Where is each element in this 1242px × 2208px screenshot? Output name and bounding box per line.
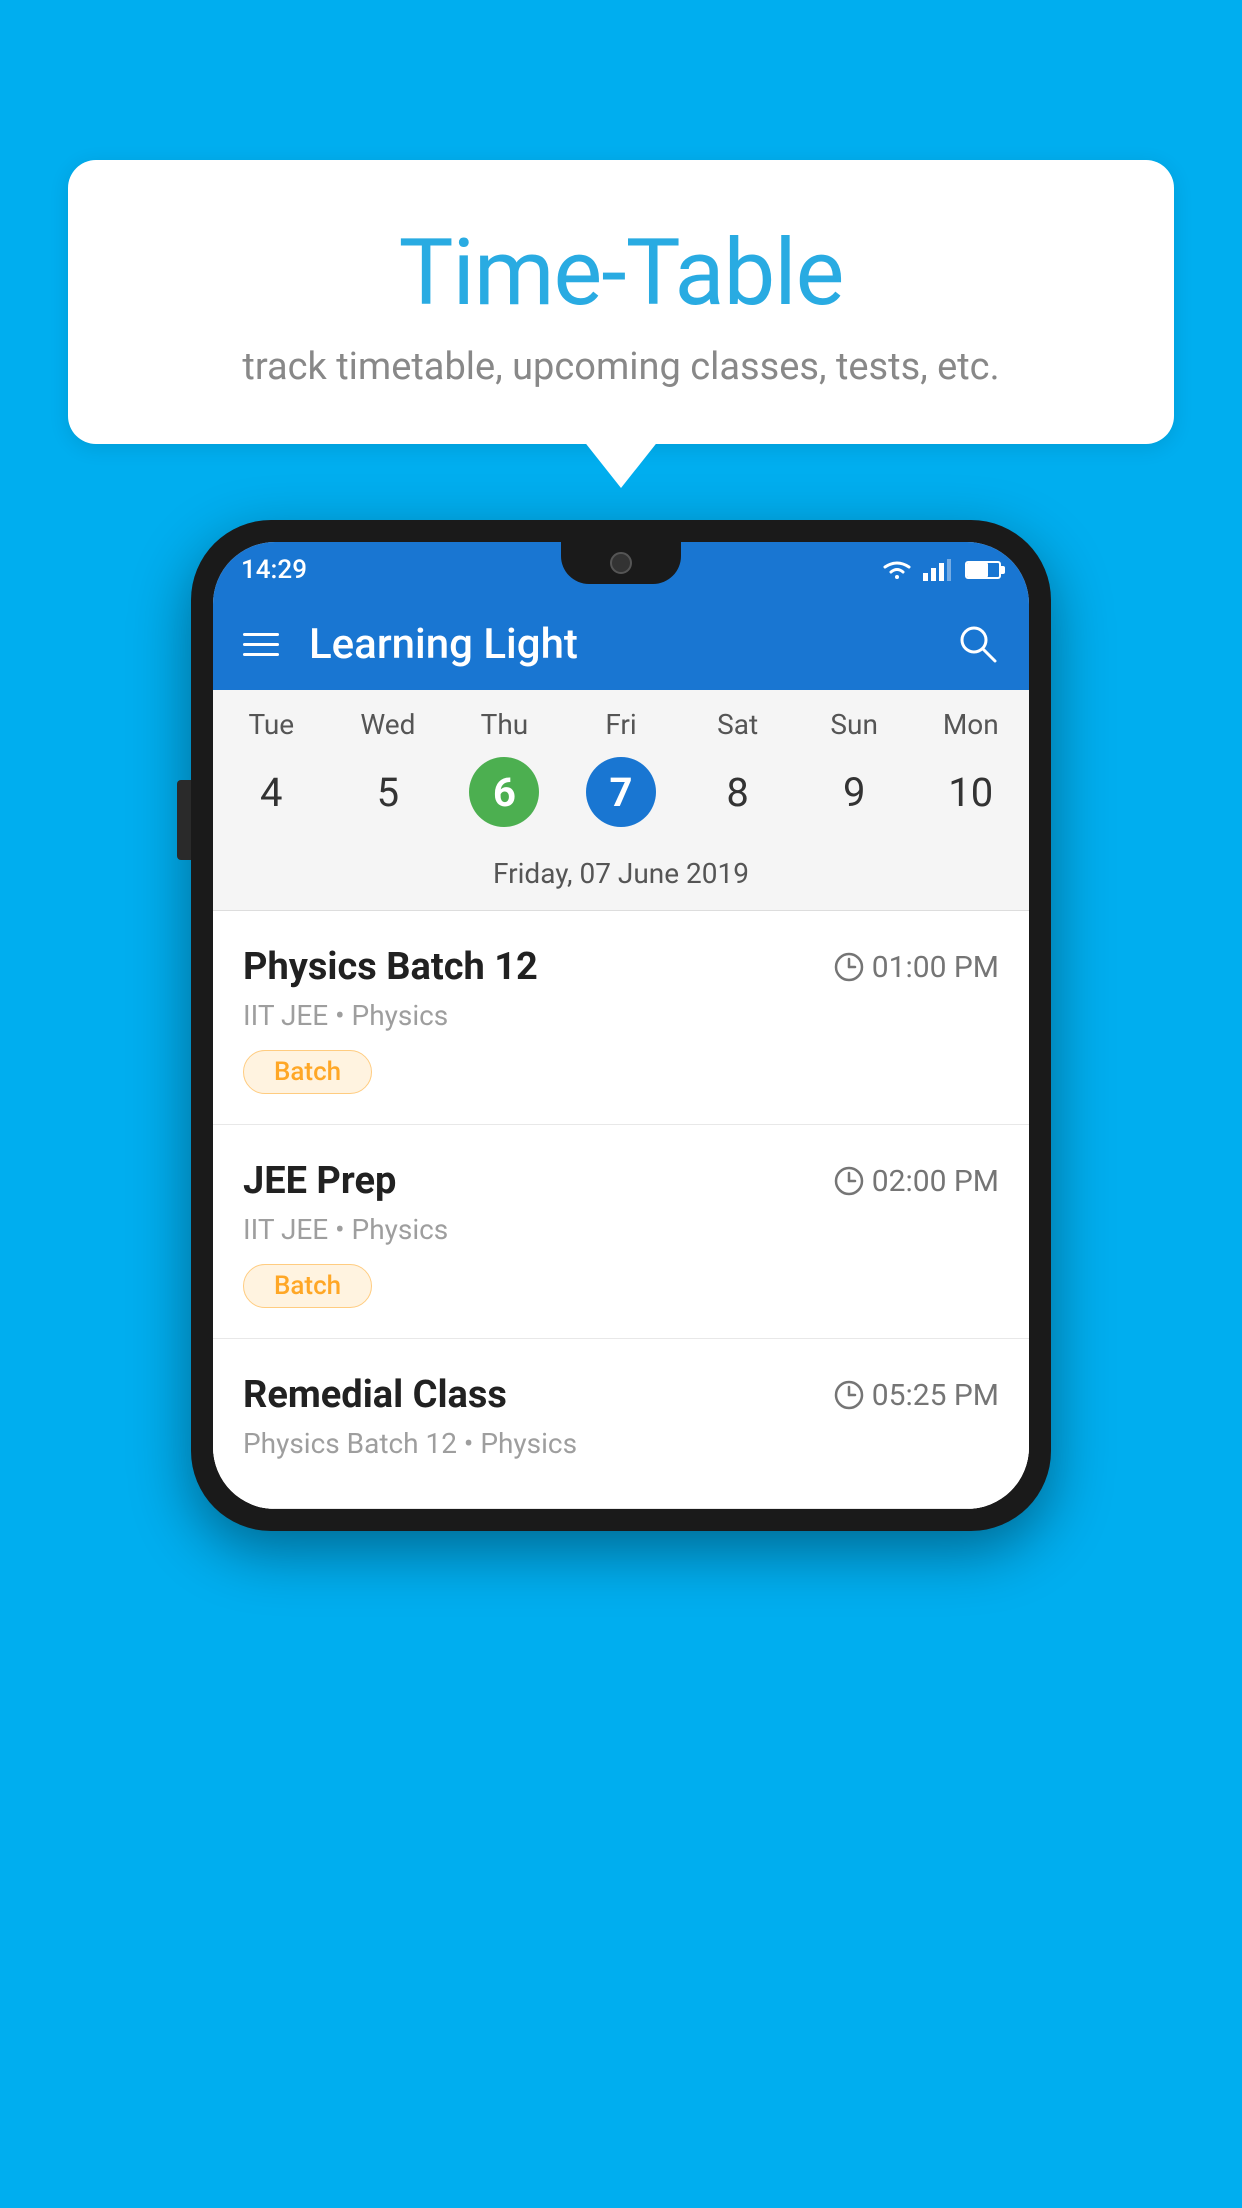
search-icon [957,623,999,665]
hamburger-line-1 [243,633,279,636]
speech-bubble: Time-Table track timetable, upcoming cla… [68,160,1174,444]
clock-icon-3 [834,1380,864,1410]
signal-icon [923,559,951,581]
class-name-1: Physics Batch 12 [243,945,538,989]
phone-outer: 14:29 [191,520,1051,1531]
day-number-10: 10 [912,757,1029,827]
day-number-4: 4 [213,757,330,827]
day-number-5: 5 [330,757,447,827]
class-time-text-3: 05:25 PM [872,1378,999,1413]
class-subtitle-3: Physics Batch 12 • Physics [243,1427,999,1460]
class-name-2: JEE Prep [243,1159,396,1203]
day-names-row: Tue Wed Thu Fri Sat Sun Mon [213,690,1029,749]
phone-mockup: 14:29 [191,520,1051,1531]
class-item-2-header: JEE Prep 02:00 PM [243,1159,999,1203]
battery-icon [965,561,1001,579]
page-subtitle: track timetable, upcoming classes, tests… [118,345,1124,389]
selected-date-label: Friday, 07 June 2019 [213,847,1029,910]
batch-badge-2: Batch [243,1264,372,1308]
clock-icon-1 [834,952,864,982]
classes-list: Physics Batch 12 01:00 PM IIT JEE • Phys… [213,911,1029,1509]
hamburger-line-2 [243,643,279,646]
page-title: Time-Table [118,220,1124,327]
class-subtitle-1: IIT JEE • Physics [243,999,999,1032]
class-time-text-2: 02:00 PM [872,1164,999,1199]
status-icons [881,559,1001,581]
day-name-fri: Fri [563,708,680,741]
day-number-9: 9 [796,757,913,827]
day-name-thu: Thu [446,708,563,741]
day-number-7-selected: 7 [586,757,656,827]
day-name-mon: Mon [912,708,1029,741]
app-title: Learning Light [309,620,957,669]
class-item-1-header: Physics Batch 12 01:00 PM [243,945,999,989]
class-time-1: 01:00 PM [834,950,999,985]
class-name-3: Remedial Class [243,1373,507,1417]
batch-badge-1: Batch [243,1050,372,1094]
class-item-3-header: Remedial Class 05:25 PM [243,1373,999,1417]
class-subtitle-2: IIT JEE • Physics [243,1213,999,1246]
clock-icon-2 [834,1166,864,1196]
day-name-sat: Sat [679,708,796,741]
wifi-icon [881,559,913,581]
status-time: 14:29 [241,555,307,585]
class-item-2[interactable]: JEE Prep 02:00 PM IIT JEE • Physics Batc… [213,1125,1029,1339]
day-name-sun: Sun [796,708,913,741]
day-number-6-today: 6 [469,757,539,827]
day-6-wrap[interactable]: 6 [446,757,563,827]
class-item-3[interactable]: Remedial Class 05:25 PM Physics Batch 12… [213,1339,1029,1509]
app-bar: Learning Light [213,598,1029,690]
day-7-wrap[interactable]: 7 [563,757,680,827]
day-5-wrap[interactable]: 5 [330,757,447,827]
day-name-tue: Tue [213,708,330,741]
front-camera [610,552,632,574]
day-9-wrap[interactable]: 9 [796,757,913,827]
calendar-week: Tue Wed Thu Fri Sat Sun Mon 4 5 [213,690,1029,911]
day-name-wed: Wed [330,708,447,741]
class-item-1[interactable]: Physics Batch 12 01:00 PM IIT JEE • Phys… [213,911,1029,1125]
class-time-2: 02:00 PM [834,1164,999,1199]
speech-bubble-container: Time-Table track timetable, upcoming cla… [68,160,1174,444]
day-8-wrap[interactable]: 8 [679,757,796,827]
day-numbers-row: 4 5 6 7 8 9 [213,749,1029,847]
phone-notch [561,542,681,584]
day-number-8: 8 [679,757,796,827]
class-time-3: 05:25 PM [834,1378,999,1413]
day-4-wrap[interactable]: 4 [213,757,330,827]
day-10-wrap[interactable]: 10 [912,757,1029,827]
hamburger-menu-icon[interactable] [243,633,279,656]
phone-inner: 14:29 [213,542,1029,1509]
hamburger-line-3 [243,653,279,656]
search-button[interactable] [957,623,999,665]
class-time-text-1: 01:00 PM [872,950,999,985]
